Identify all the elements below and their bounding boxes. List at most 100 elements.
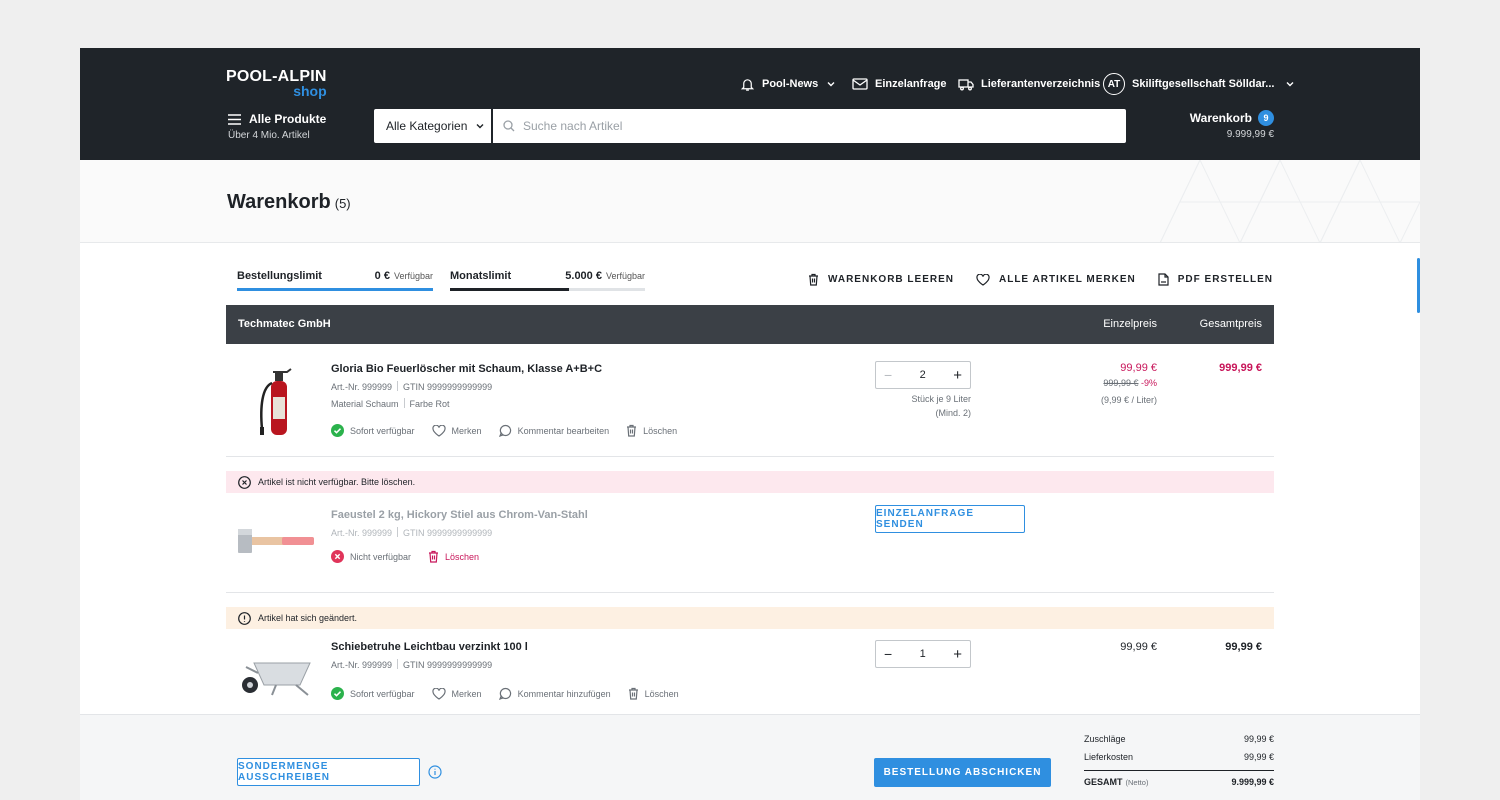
info-icon[interactable] xyxy=(428,765,442,779)
search-icon xyxy=(503,120,515,132)
nav-suppliers-label: Lieferantenverzeichnis xyxy=(981,78,1101,90)
delete-label: Löschen xyxy=(643,425,678,436)
grand-total-row: GESAMT (Netto) 9.999,99 € xyxy=(1084,770,1274,788)
vendor-name: Techmatec GmbH xyxy=(238,318,331,330)
unit-price: 99,99 € xyxy=(1120,362,1157,374)
page-frame: POOL-ALPIN shop Pool-News Einzelanfrage … xyxy=(80,48,1420,800)
all-products-menu[interactable]: Alle Produkte Über 4 Mio. Artikel xyxy=(228,112,326,141)
warning-notice: Artikel hat sich geändert. xyxy=(226,607,1274,629)
edit-comment-label: Kommentar bearbeiten xyxy=(517,425,610,436)
increase-button[interactable]: + xyxy=(953,646,962,663)
col-total-price: Gesamtpreis xyxy=(1199,318,1262,330)
quantity-minimum: (Mind. 2) xyxy=(935,408,971,418)
edit-comment-button[interactable]: Kommentar bearbeiten xyxy=(498,424,610,437)
cart-actions: WARENKORB LEEREN ALLE ARTIKEL MERKEN PDF… xyxy=(786,273,1273,286)
quantity-value[interactable]: 1 xyxy=(920,648,926,660)
exclamation-circle-icon xyxy=(238,611,251,625)
logo[interactable]: POOL-ALPIN shop xyxy=(226,69,327,99)
product-attributes: Material Schaum Farbe Rot xyxy=(331,398,450,409)
remember-label: Merken xyxy=(451,425,482,436)
cart-footer: SONDERMENGE AUSSCHREIBEN BESTELLUNG ABSC… xyxy=(80,714,1420,800)
separator xyxy=(397,659,399,669)
total-price: 99,99 € xyxy=(1225,641,1262,653)
fire-extinguisher-image xyxy=(260,368,292,435)
availability: Sofort verfügbar xyxy=(331,424,415,437)
attr-color: Farbe Rot xyxy=(409,399,450,409)
send-inquiry-button[interactable]: EINZELANFRAGE SENDEN xyxy=(875,505,1025,533)
check-circle-icon xyxy=(331,424,344,437)
delete-label: Löschen xyxy=(644,688,679,699)
nav-suppliers[interactable]: Lieferantenverzeichnis xyxy=(958,75,1100,93)
remember-button[interactable]: Merken xyxy=(431,424,482,437)
check-circle-icon xyxy=(331,687,344,700)
page-title-text: Warenkorb xyxy=(227,191,331,213)
heart-icon xyxy=(976,273,990,286)
total-label: GESAMT xyxy=(1084,776,1123,787)
surcharges-label: Zuschläge xyxy=(1084,734,1126,744)
nav-pool-news[interactable]: Pool-News xyxy=(740,75,836,93)
separator xyxy=(403,398,405,408)
clear-cart-button[interactable]: WARENKORB LEEREN xyxy=(808,273,954,286)
delete-button[interactable]: Löschen xyxy=(628,687,679,700)
all-products-sub: Über 4 Mio. Artikel xyxy=(228,130,310,141)
quantity-note: Stück je 9 Liter (Mind. 2) xyxy=(875,392,971,420)
delete-label: Löschen xyxy=(445,551,480,562)
order-totals: Zuschläge 99,99 € Lieferkosten 99,99 € GES… xyxy=(1084,730,1274,788)
add-comment-button[interactable]: Kommentar hinzufügen xyxy=(498,687,611,700)
order-limit: Bestellungslimit 0 € Verfügbar xyxy=(237,270,433,291)
cart-label: Warenkorb xyxy=(1189,111,1252,125)
submit-order-button[interactable]: BESTELLUNG ABSCHICKEN xyxy=(874,758,1051,787)
nav-inquiry[interactable]: Einzelanfrage xyxy=(852,75,947,93)
nav-account[interactable]: AT Skiliftgesellschaft Sölldar... xyxy=(1103,73,1295,95)
divider xyxy=(226,592,1274,593)
separator xyxy=(397,527,399,537)
remember-all-button[interactable]: ALLE ARTIKEL MERKEN xyxy=(976,273,1136,286)
order-limit-bar xyxy=(237,288,433,291)
quantity-unit: Stück je 9 Liter xyxy=(911,394,971,404)
search-input[interactable] xyxy=(523,119,1083,133)
month-limit: Monatslimit 5.000 € Verfügbar xyxy=(450,270,645,291)
remember-button[interactable]: Merken xyxy=(431,687,482,700)
product-name[interactable]: Schiebetruhe Leichtbau verzinkt 100 l xyxy=(331,641,528,653)
create-pdf-button[interactable]: PDF ERSTELLEN xyxy=(1158,273,1273,286)
month-limit-fill xyxy=(450,288,569,291)
item-actions: Sofort verfügbar Merken Kommentar hinzuf… xyxy=(331,687,696,700)
separator xyxy=(397,381,399,391)
order-limit-label: Bestellungslimit xyxy=(237,270,322,282)
availability-label: Sofort verfügbar xyxy=(350,688,415,699)
heart-icon xyxy=(431,687,446,700)
decrease-button[interactable]: − xyxy=(884,367,892,383)
month-limit-suffix: Verfügbar xyxy=(605,271,645,281)
cart-summary[interactable]: Warenkorb 9 9.999,99 € xyxy=(1190,110,1274,140)
site-header: POOL-ALPIN shop Pool-News Einzelanfrage … xyxy=(80,48,1420,160)
x-circle-filled-icon xyxy=(331,550,344,563)
quantity-value[interactable]: 2 xyxy=(920,369,926,381)
cart-count-badge: 9 xyxy=(1258,110,1274,126)
month-limit-bar xyxy=(450,288,645,291)
nav-pool-news-label: Pool-News xyxy=(762,78,819,90)
warning-notice-text: Artikel hat sich geändert. xyxy=(258,613,358,623)
attr-material: Material Schaum xyxy=(331,399,399,409)
gtin: GTIN 9999999999999 xyxy=(403,382,493,392)
product-meta: Art.-Nr. 999999 GTIN 9999999999999 xyxy=(331,381,492,392)
category-select[interactable]: Alle Kategorien xyxy=(374,109,491,143)
product-name[interactable]: Faeustel 2 kg, Hickory Stiel aus Chrom-V… xyxy=(331,509,588,521)
availability: Sofort verfügbar xyxy=(331,687,415,700)
nav-inquiry-label: Einzelanfrage xyxy=(875,78,947,90)
total-suffix: (Netto) xyxy=(1125,777,1149,787)
wheelbarrow-image xyxy=(242,662,311,696)
divider xyxy=(226,456,1274,457)
article-number: Art.-Nr. 999999 xyxy=(331,660,393,670)
gtin: GTIN 9999999999999 xyxy=(403,660,493,670)
pdf-file-icon xyxy=(1158,273,1169,286)
error-notice: Artikel ist nicht verfügbar. Bitte lösch… xyxy=(226,471,1274,493)
special-quantity-button[interactable]: SONDERMENGE AUSSCHREIBEN xyxy=(237,758,420,786)
delete-button[interactable]: Löschen xyxy=(626,424,677,437)
surcharges-row: Zuschläge 99,99 € xyxy=(1084,730,1274,748)
decrease-button[interactable]: − xyxy=(884,646,892,662)
product-name[interactable]: Gloria Bio Feuerlöscher mit Schaum, Klas… xyxy=(331,363,602,375)
delete-button[interactable]: Löschen xyxy=(428,550,479,563)
increase-button[interactable]: + xyxy=(953,367,962,384)
scrollbar-thumb[interactable] xyxy=(1417,258,1420,313)
clear-cart-label: WARENKORB LEEREN xyxy=(827,274,954,285)
